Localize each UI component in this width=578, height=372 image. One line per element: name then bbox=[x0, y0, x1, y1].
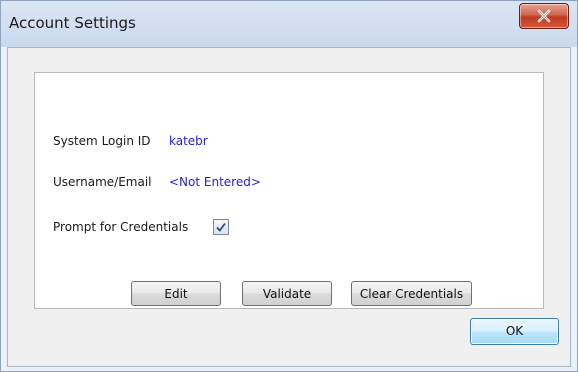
credentials-panel: System Login ID katebr Username/Email <N… bbox=[34, 72, 544, 309]
system-login-label: System Login ID bbox=[53, 134, 151, 148]
username-label: Username/Email bbox=[53, 175, 152, 189]
close-icon bbox=[537, 9, 551, 23]
title-bar[interactable]: Account Settings bbox=[1, 1, 577, 47]
edit-button[interactable]: Edit bbox=[131, 281, 221, 306]
account-settings-dialog: Account Settings System Login ID katebr … bbox=[0, 0, 578, 372]
username-value: <Not Entered> bbox=[169, 175, 261, 189]
window-title: Account Settings bbox=[9, 14, 136, 32]
prompt-credentials-label: Prompt for Credentials bbox=[53, 220, 189, 234]
ok-button[interactable]: OK bbox=[470, 318, 559, 345]
dialog-content: System Login ID katebr Username/Email <N… bbox=[7, 47, 571, 367]
checkmark-icon bbox=[216, 222, 226, 232]
close-button[interactable] bbox=[519, 3, 569, 29]
prompt-credentials-checkbox[interactable] bbox=[213, 219, 229, 235]
validate-button[interactable]: Validate bbox=[242, 281, 332, 306]
system-login-value: katebr bbox=[169, 134, 208, 148]
clear-credentials-button[interactable]: Clear Credentials bbox=[351, 281, 472, 306]
